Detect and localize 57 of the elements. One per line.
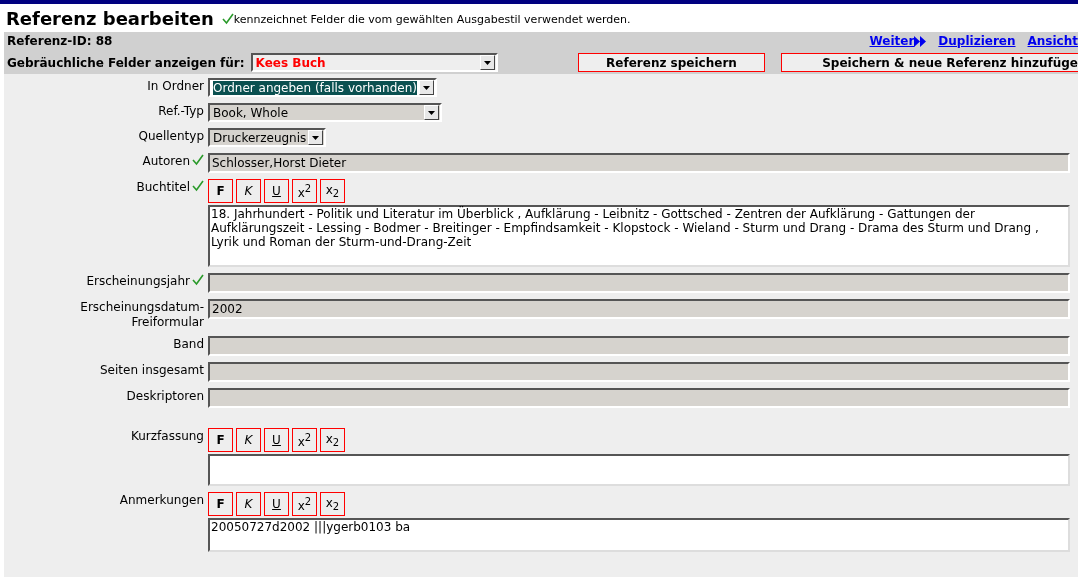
format-button[interactable]: x$^{2}$ [292, 492, 317, 516]
field-label: Autoren [142, 154, 190, 169]
format-button[interactable]: x$_{2}$ [320, 179, 345, 203]
format-button[interactable]: F [208, 179, 233, 203]
format-button[interactable]: x$_{2}$ [320, 492, 345, 516]
text-field[interactable]: 2002 [208, 299, 1070, 319]
text-area[interactable]: 20050727d2002 |||ygerb0103 ba [208, 518, 1070, 552]
format-button[interactable]: K [236, 492, 261, 516]
format-button[interactable]: F [208, 428, 233, 452]
text-area[interactable]: 18. Jahrhundert - Politik und Literatur im Überblick , Aufklärung - Leibnitz - Gottsched - Zentren der Aufklärung - Gattungen der Aufklärungszeit - Lessing - Bodmer - Breitinger - Empfindsamkeit - Klopstock - Wieland - Sturm und Drang - Drama des Sturm und Drang , Lyrik und Roman der Sturm-und-Drang-Zeit [208, 205, 1070, 267]
field-label: Erscheinungsjahr [86, 274, 190, 289]
format-button[interactable]: K [236, 428, 261, 452]
field-label: In Ordner [147, 79, 204, 94]
caret-icon [312, 135, 320, 140]
caret-icon [428, 110, 435, 115]
field-label: Kurzfassung [130, 429, 204, 444]
checkmark-icon [192, 274, 204, 286]
text-field[interactable] [208, 336, 1070, 356]
checkmark-icon [221, 13, 234, 25]
dropdown[interactable]: Book, Whole [208, 103, 442, 122]
format-button[interactable]: U [264, 492, 289, 516]
text-field[interactable] [208, 388, 1070, 408]
legend-text: kennzeichnet Felder die vom gewählten Ausgabestil verwendet werden. [221, 12, 631, 26]
field-label: Buchtitel [136, 180, 190, 195]
dropdown[interactable]: Ordner angeben (falls vorhanden) [208, 78, 437, 97]
format-button[interactable]: K [236, 179, 261, 203]
dropdown[interactable]: Druckerzeugnis [208, 128, 327, 147]
field-label: Quellentyp [138, 129, 204, 144]
format-button[interactable]: x$^{2}$ [292, 179, 317, 203]
checkmark-icon [192, 154, 204, 166]
reference-id: Referenz-ID: 88 [7, 34, 113, 48]
page-title: Referenz bearbeiten [6, 8, 214, 29]
format-button[interactable]: U [264, 428, 289, 452]
text-field[interactable] [208, 362, 1070, 382]
text-area[interactable] [208, 454, 1070, 486]
caret-icon [422, 85, 430, 90]
format-button[interactable]: U [264, 179, 289, 203]
nav-link[interactable]: Duplizieren [938, 34, 1016, 48]
save-button[interactable]: Referenz speichern [577, 53, 766, 72]
format-button[interactable]: x$_{2}$ [320, 428, 345, 452]
field-label: Ref.-Typ [158, 104, 204, 119]
field-label: Anmerkungen [119, 493, 204, 508]
field-label: Erscheinungsdatum-Freiformular [79, 300, 204, 330]
double-arrow-icon [914, 35, 927, 47]
save-and-new-button[interactable]: Speichern & neue Referenz hinzufüge [781, 53, 1078, 72]
field-label: Gebräuchliche Felder anzeigen für: [7, 55, 245, 70]
format-button[interactable]: F [208, 492, 233, 516]
nav-link[interactable]: Weiter [869, 34, 927, 48]
format-button[interactable]: x$^{2}$ [292, 428, 317, 452]
text-field[interactable] [208, 273, 1070, 293]
field-label: Band [173, 337, 204, 352]
text-field[interactable]: Schlosser,Horst Dieter [208, 153, 1070, 173]
nav-link[interactable]: Ansicht [1027, 34, 1078, 48]
field-label: Seiten insgesamt [99, 363, 204, 378]
checkmark-icon [192, 180, 204, 192]
field-label: Deskriptoren [126, 389, 204, 404]
caret-icon [483, 60, 491, 65]
